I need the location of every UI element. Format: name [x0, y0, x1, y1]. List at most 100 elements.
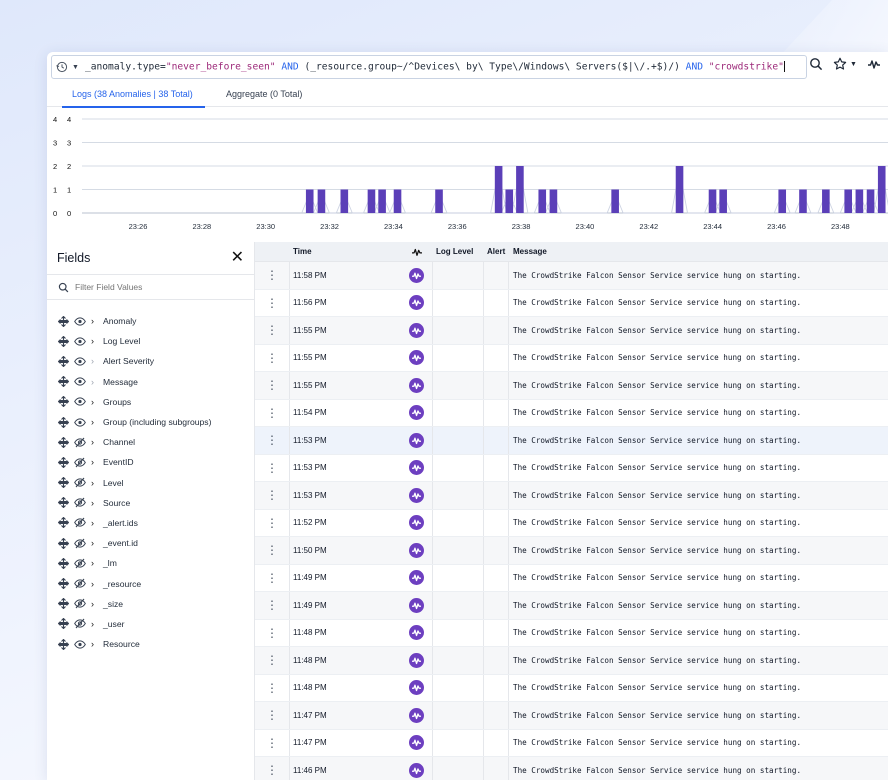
table-row[interactable]: ⋮ 11:55 PM The CrowdStrike Falcon Sensor S… [255, 372, 888, 400]
filter-field-values-input[interactable] [75, 282, 235, 292]
kebab-menu-icon[interactable]: ⋮ [255, 289, 290, 316]
history-icon[interactable] [56, 61, 68, 73]
drag-handle-icon[interactable] [58, 598, 69, 610]
kebab-menu-icon[interactable]: ⋮ [255, 619, 290, 646]
chevron-right-icon[interactable]: › [91, 356, 99, 366]
field-item[interactable]: › _resource [47, 573, 254, 593]
eye-icon[interactable] [74, 417, 86, 428]
eye-off-icon[interactable] [74, 517, 86, 528]
eye-off-icon[interactable] [74, 558, 86, 569]
field-item[interactable]: › Resource [47, 634, 254, 654]
eye-icon[interactable] [74, 356, 86, 367]
table-row[interactable]: ⋮ 11:49 PM The CrowdStrike Falcon Sensor S… [255, 564, 888, 592]
tab-aggregate[interactable]: Aggregate (0 Total) [226, 89, 302, 107]
table-row[interactable]: ⋮ 11:47 PM The CrowdStrike Falcon Sensor S… [255, 729, 888, 757]
chevron-right-icon[interactable]: › [91, 377, 99, 387]
chevron-right-icon[interactable]: › [91, 417, 99, 427]
field-item[interactable]: › _user [47, 614, 254, 634]
close-icon[interactable]: ✕ [231, 250, 244, 266]
field-item[interactable]: › _event.id [47, 533, 254, 553]
kebab-menu-icon[interactable]: ⋮ [255, 647, 290, 674]
table-row[interactable]: ⋮ 11:52 PM The CrowdStrike Falcon Sensor S… [255, 509, 888, 537]
chevron-right-icon[interactable]: › [91, 639, 99, 649]
table-row[interactable]: ⋮ 11:46 PM The CrowdStrike Falcon Sensor S… [255, 757, 888, 780]
chevron-right-icon[interactable]: › [91, 498, 99, 508]
drag-handle-icon[interactable] [58, 335, 69, 347]
chevron-right-icon[interactable]: › [91, 336, 99, 346]
kebab-menu-icon[interactable]: ⋮ [255, 702, 290, 729]
drag-handle-icon[interactable] [58, 416, 69, 428]
drag-handle-icon[interactable] [58, 537, 69, 549]
eye-icon[interactable] [74, 316, 86, 327]
eye-icon[interactable] [74, 376, 86, 387]
kebab-menu-icon[interactable]: ⋮ [255, 592, 290, 619]
field-item[interactable]: › _alert.ids [47, 513, 254, 533]
drag-handle-icon[interactable] [58, 557, 69, 569]
drag-handle-icon[interactable] [58, 477, 69, 489]
drag-handle-icon[interactable] [58, 456, 69, 468]
chevron-right-icon[interactable]: › [91, 397, 99, 407]
drag-handle-icon[interactable] [58, 436, 69, 448]
kebab-menu-icon[interactable]: ⋮ [255, 399, 290, 426]
chevron-right-icon[interactable]: › [91, 599, 99, 609]
star-icon[interactable] [833, 57, 847, 71]
kebab-menu-icon[interactable]: ⋮ [255, 537, 290, 564]
chevron-right-icon[interactable]: › [91, 518, 99, 528]
eye-off-icon[interactable] [74, 618, 86, 629]
column-header-anomaly[interactable] [401, 242, 433, 261]
field-item[interactable]: › Groups [47, 392, 254, 412]
table-row[interactable]: ⋮ 11:58 PM The CrowdStrike Falcon Sensor S… [255, 262, 888, 290]
field-item[interactable]: › Source [47, 493, 254, 513]
field-item[interactable]: › Level [47, 473, 254, 493]
kebab-menu-icon[interactable]: ⋮ [255, 674, 290, 701]
drag-handle-icon[interactable] [58, 638, 69, 650]
eye-off-icon[interactable] [74, 538, 86, 549]
table-row[interactable]: ⋮ 11:55 PM The CrowdStrike Falcon Sensor S… [255, 344, 888, 372]
table-row[interactable]: ⋮ 11:49 PM The CrowdStrike Falcon Sensor S… [255, 592, 888, 620]
query-input[interactable]: _anomaly.type="never_before_seen" AND (_… [85, 61, 806, 73]
chevron-right-icon[interactable]: › [91, 558, 99, 568]
field-item[interactable]: › Group (including subgroups) [47, 412, 254, 432]
table-row[interactable]: ⋮ 11:55 PM The CrowdStrike Falcon Sensor S… [255, 317, 888, 345]
kebab-menu-icon[interactable]: ⋮ [255, 344, 290, 371]
star-dropdown-caret-icon[interactable]: ▼ [850, 61, 857, 68]
search-icon[interactable] [809, 57, 823, 71]
drag-handle-icon[interactable] [58, 396, 69, 408]
history-dropdown-caret-icon[interactable]: ▼ [72, 64, 79, 71]
kebab-menu-icon[interactable]: ⋮ [255, 427, 290, 454]
drag-handle-icon[interactable] [58, 497, 69, 509]
query-bar[interactable]: ▼ _anomaly.type="never_before_seen" AND … [51, 55, 807, 79]
eye-off-icon[interactable] [74, 598, 86, 609]
kebab-menu-icon[interactable]: ⋮ [255, 454, 290, 481]
table-row[interactable]: ⋮ 11:50 PM The CrowdStrike Falcon Sensor S… [255, 537, 888, 565]
eye-off-icon[interactable] [74, 437, 86, 448]
kebab-menu-icon[interactable]: ⋮ [255, 482, 290, 509]
chevron-right-icon[interactable]: › [91, 437, 99, 447]
table-row[interactable]: ⋮ 11:48 PM The CrowdStrike Falcon Sensor S… [255, 619, 888, 647]
kebab-menu-icon[interactable]: ⋮ [255, 564, 290, 591]
kebab-menu-icon[interactable]: ⋮ [255, 757, 290, 780]
drag-handle-icon[interactable] [58, 315, 69, 327]
column-header-message[interactable]: Message [509, 242, 888, 261]
field-item[interactable]: › EventID [47, 452, 254, 472]
table-row[interactable]: ⋮ 11:53 PM The CrowdStrike Falcon Sensor S… [255, 427, 888, 455]
eye-icon[interactable] [74, 336, 86, 347]
kebab-menu-icon[interactable]: ⋮ [255, 317, 290, 344]
table-row[interactable]: ⋮ 11:48 PM The CrowdStrike Falcon Sensor S… [255, 674, 888, 702]
table-row[interactable]: ⋮ 11:56 PM The CrowdStrike Falcon Sensor S… [255, 289, 888, 317]
table-row[interactable]: ⋮ 11:53 PM The CrowdStrike Falcon Sensor S… [255, 482, 888, 510]
field-item[interactable]: › _size [47, 594, 254, 614]
chevron-right-icon[interactable]: › [91, 478, 99, 488]
drag-handle-icon[interactable] [58, 376, 69, 388]
chevron-right-icon[interactable]: › [91, 619, 99, 629]
column-header-log-level[interactable]: Log Level [433, 242, 484, 261]
column-header-time[interactable]: Time [290, 242, 401, 261]
eye-off-icon[interactable] [74, 497, 86, 508]
anomaly-toggle-icon[interactable] [867, 57, 881, 71]
drag-handle-icon[interactable] [58, 355, 69, 367]
kebab-menu-icon[interactable]: ⋮ [255, 372, 290, 399]
drag-handle-icon[interactable] [58, 618, 69, 630]
kebab-menu-icon[interactable]: ⋮ [255, 262, 290, 289]
kebab-menu-icon[interactable]: ⋮ [255, 729, 290, 756]
chevron-right-icon[interactable]: › [91, 316, 99, 326]
